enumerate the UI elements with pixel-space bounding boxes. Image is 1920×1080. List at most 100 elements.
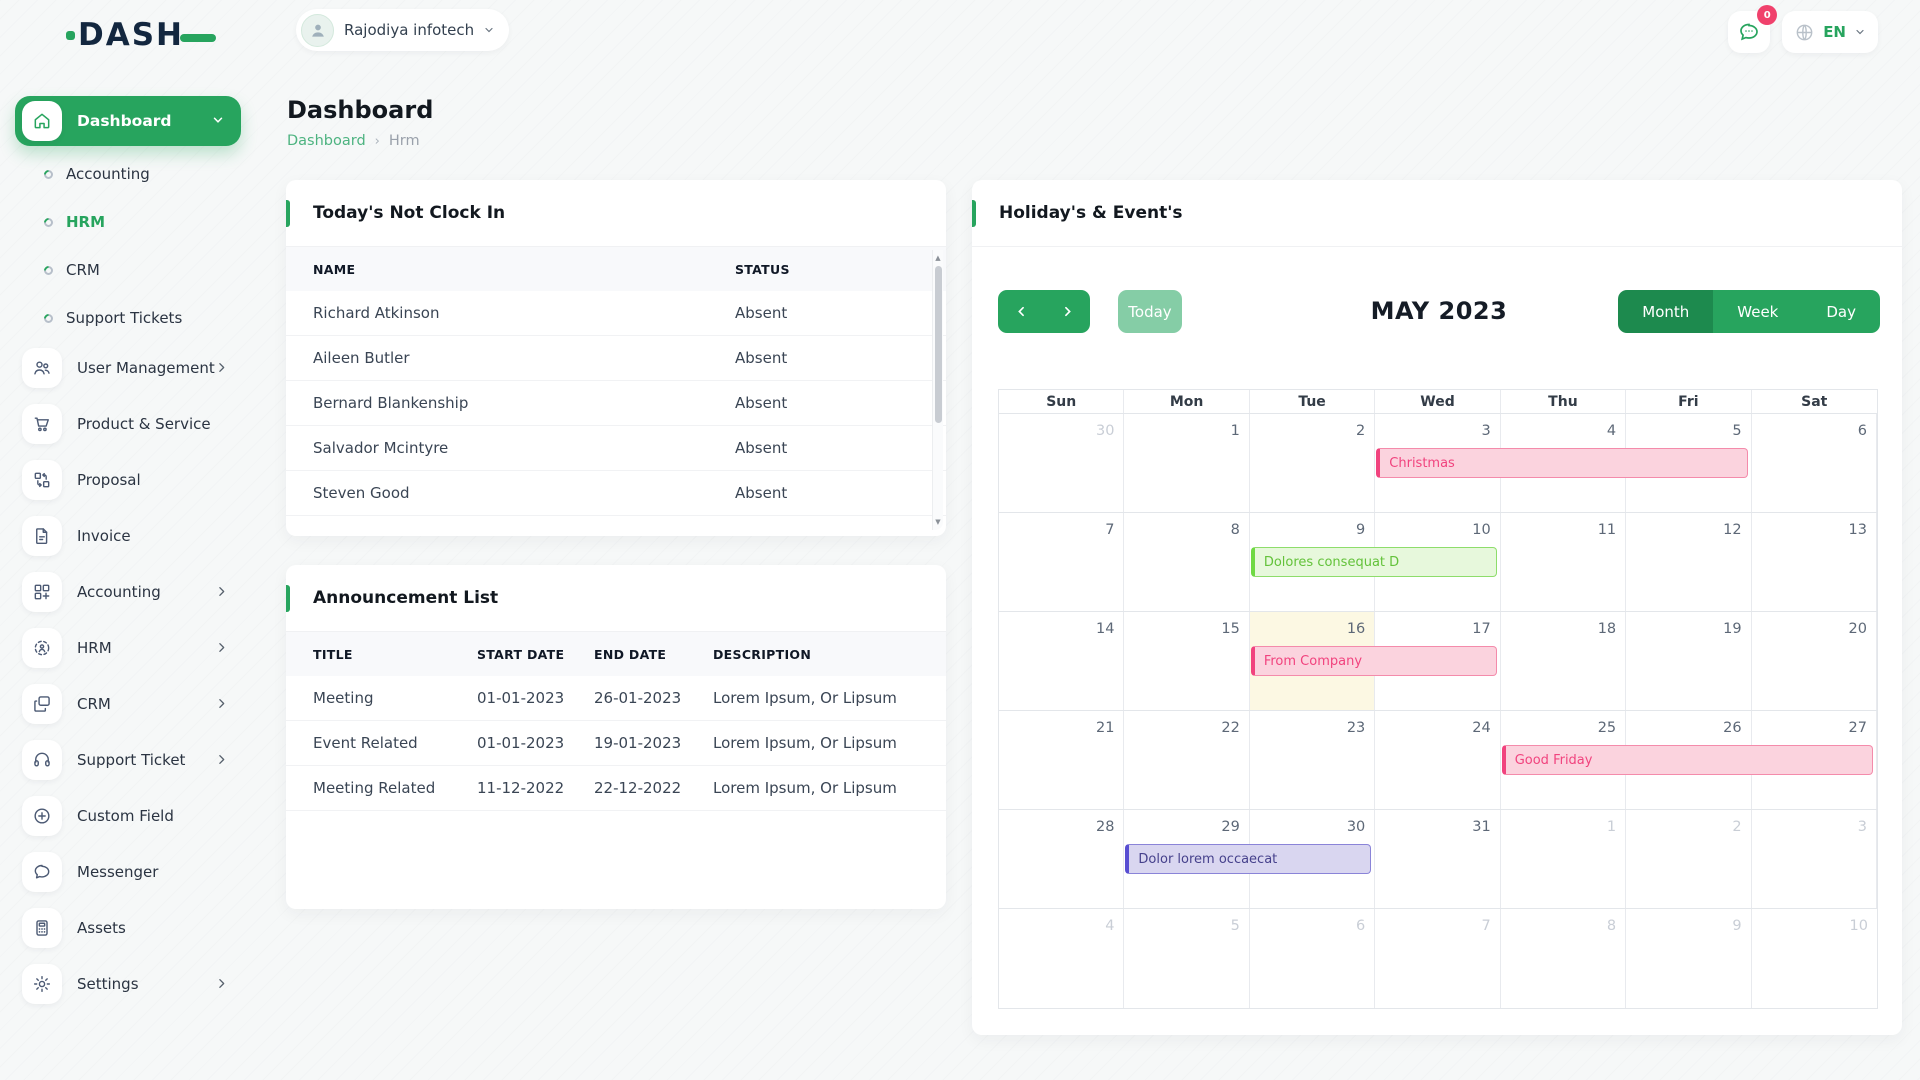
day-number: 4 [1607,423,1616,439]
breadcrumb-dashboard-link[interactable]: Dashboard [287,133,366,149]
scroll-down-icon[interactable]: ▼ [933,516,943,528]
company-name: Rajodiya infotech [344,21,474,39]
calendar-day-cell[interactable]: 9 [1626,909,1751,1008]
day-number: 27 [1849,720,1867,736]
sidebar-item-accounting[interactable]: Accounting [0,564,262,620]
sidebar-item-hrm[interactable]: HRM [0,620,262,676]
calendar-day-cell[interactable]: 6 [1752,414,1877,512]
calendar-week-row: 28293031123Dolor lorem occaecat [999,810,1877,909]
day-number: 18 [1598,621,1616,637]
day-number: 8 [1231,522,1240,538]
calendar-day-cell[interactable]: 2 [1250,414,1375,512]
calendar-event-dolores-consequat-d[interactable]: Dolores consequat D [1251,547,1497,577]
sidebar-item-assets[interactable]: Assets [0,900,262,956]
calendar-day-cell[interactable]: 8 [1501,909,1626,1008]
scrollbar[interactable]: ▲ ▼ [932,250,943,530]
calendar-event-christmas[interactable]: Christmas [1376,448,1747,478]
sidebar-subitem-hrm[interactable]: HRM [0,198,262,246]
day-number: 30 [1347,819,1365,835]
calendar-day-cell[interactable]: 4 [999,909,1124,1008]
sidebar-item-proposal[interactable]: Proposal [0,452,262,508]
day-number: 1 [1231,423,1240,439]
calendar-day-cell[interactable]: 10 [1752,909,1877,1008]
app-logo: DASH [66,20,216,51]
calendar-day-cell[interactable]: 22 [1124,711,1249,809]
sidebar-item-dashboard[interactable]: Dashboard [15,96,241,146]
column-header-name: NAME [313,262,735,277]
calendar-weeks: 30123456Christmas78910111213Dolores cons… [999,414,1877,1008]
bullet-icon [42,312,55,325]
day-number: 13 [1849,522,1867,538]
calendar-day-cell[interactable]: 28 [999,810,1124,908]
cell-description: Lorem Ipsum, Or Lipsum [713,779,946,797]
cell-name: Steven Good [313,484,735,502]
scroll-thumb[interactable] [935,266,942,423]
calendar-day-cell[interactable]: 15 [1124,612,1249,710]
scroll-up-icon[interactable]: ▲ [933,252,943,264]
chevron-right-icon [215,359,228,378]
chevron-right-icon [215,583,228,602]
announcement-table-body: Meeting01-01-202326-01-2023Lorem Ipsum, … [286,676,946,811]
breadcrumb: Dashboard › Hrm [287,133,420,149]
calendar-event-dolor-lorem-occaecat[interactable]: Dolor lorem occaecat [1125,844,1371,874]
calendar-day-cell[interactable]: 20 [1752,612,1877,710]
calendar-day-cell[interactable]: 1 [1124,414,1249,512]
calendar-day-cell[interactable]: 1 [1501,810,1626,908]
calendar-day-cell[interactable]: 12 [1626,513,1751,611]
calendar-event-from-company[interactable]: From Company [1251,646,1497,676]
day-number: 12 [1723,522,1741,538]
calendar-day-cell[interactable]: 18 [1501,612,1626,710]
calendar-day-cell[interactable]: 24 [1375,711,1500,809]
day-number: 23 [1347,720,1365,736]
day-number: 5 [1231,918,1240,934]
day-number: 20 [1849,621,1867,637]
sidebar-item-product-service[interactable]: Product & Service [0,396,262,452]
day-number: 5 [1732,423,1741,439]
calendar-day-cell[interactable]: 3 [1752,810,1877,908]
calendar-day-cell[interactable]: 19 [1626,612,1751,710]
calendar-day-cell[interactable]: 13 [1752,513,1877,611]
calendar-day-cell[interactable]: 30 [999,414,1124,512]
sidebar-item-settings[interactable]: Settings [0,956,262,1012]
view-button-week[interactable]: Week [1713,290,1802,333]
cell-status: Absent [735,349,946,367]
sidebar-item-custom-field[interactable]: Custom Field [0,788,262,844]
company-selector[interactable]: Rajodiya infotech [296,9,509,51]
sidebar-item-support-ticket[interactable]: Support Ticket [0,732,262,788]
sidebar-item-user-management[interactable]: User Management [0,340,262,396]
calendar-week-row: 78910111213Dolores consequat D [999,513,1877,612]
calendar-day-cell[interactable]: 8 [1124,513,1249,611]
calendar-day-cell[interactable]: 21 [999,711,1124,809]
sidebar-subitem-accounting[interactable]: Accounting [0,150,262,198]
sidebar-subitem-support-tickets[interactable]: Support Tickets [0,294,262,342]
calendar-day-cell[interactable]: 6 [1250,909,1375,1008]
calendar-day-cell[interactable]: 5 [1124,909,1249,1008]
day-number: 16 [1347,621,1365,637]
calendar-day-cell[interactable]: 23 [1250,711,1375,809]
crm-icon [22,684,62,724]
notifications-button[interactable]: 0 [1728,11,1770,53]
day-number: 22 [1221,720,1239,736]
calendar-day-cell[interactable]: 7 [1375,909,1500,1008]
sidebar-subitem-crm[interactable]: CRM [0,246,262,294]
sidebar-item-crm[interactable]: CRM [0,676,262,732]
sidebar-item-messenger[interactable]: Messenger [0,844,262,900]
view-button-month[interactable]: Month [1618,290,1713,333]
sidebar-item-invoice[interactable]: Invoice [0,508,262,564]
calendar-day-cell[interactable]: 14 [999,612,1124,710]
calendar-day-cell[interactable]: 2 [1626,810,1751,908]
calendar-event-good-friday[interactable]: Good Friday [1502,745,1873,775]
language-selector[interactable]: EN [1782,11,1878,53]
calendar-day-cell[interactable]: 7 [999,513,1124,611]
day-number: 8 [1607,918,1616,934]
day-number: 24 [1472,720,1490,736]
table-row: Event Related01-01-202319-01-2023Lorem I… [286,721,946,766]
calendar-day-cell[interactable]: 31 [1375,810,1500,908]
day-number: 3 [1481,423,1490,439]
sidebar-item-label: Settings [77,975,139,993]
calendar-week-row: 30 12 3 4 56Christmas [999,414,1877,513]
day-number: 7 [1481,918,1490,934]
calendar-day-cell[interactable]: 11 [1501,513,1626,611]
cell-name: Richard Atkinson [313,304,735,322]
view-button-day[interactable]: Day [1802,290,1880,333]
